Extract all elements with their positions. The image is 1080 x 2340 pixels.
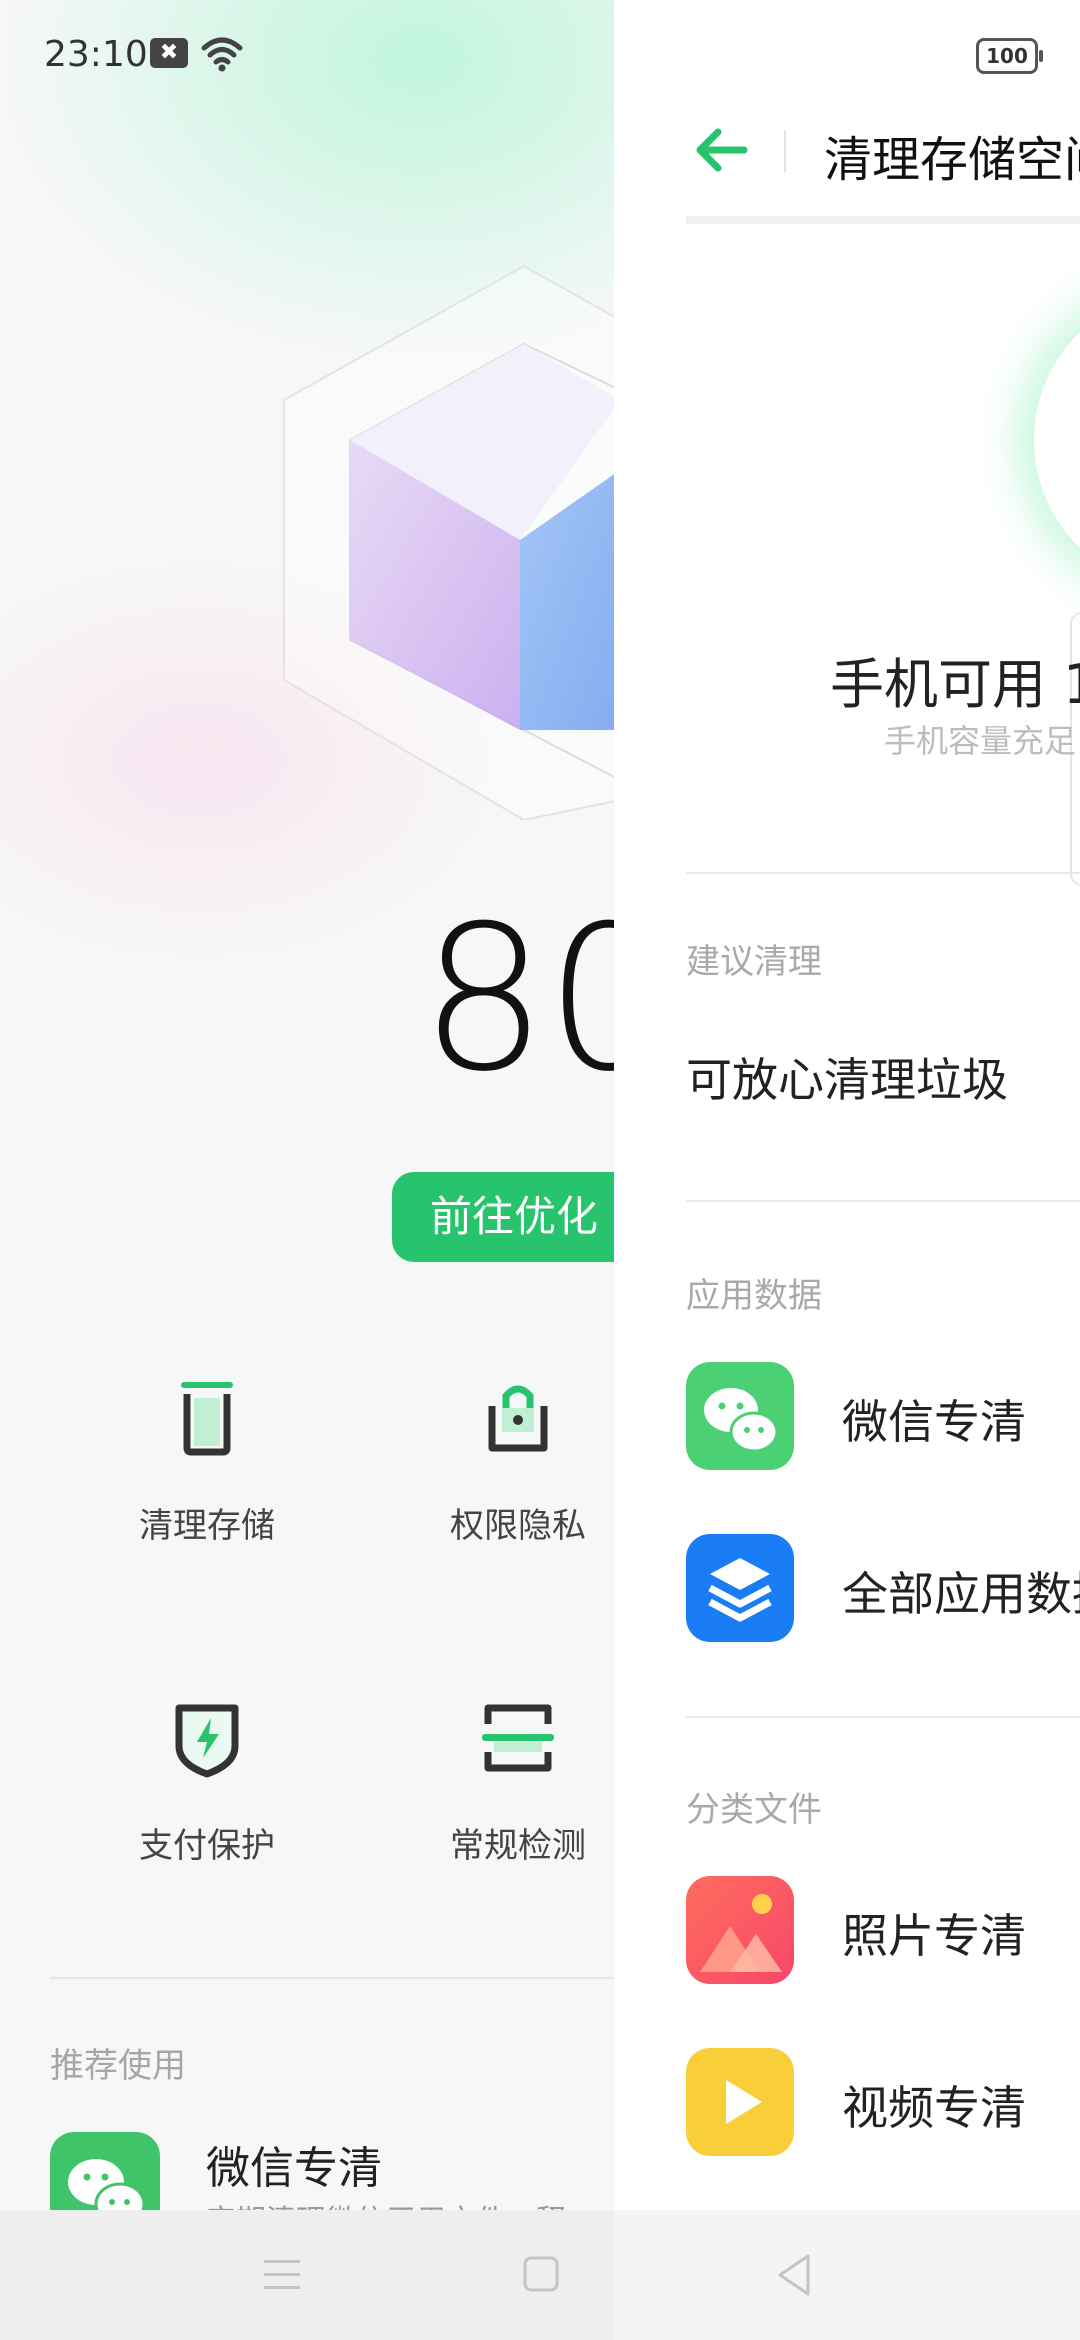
- recommend-item-desc: 定期清理微信无用文件，释: [206, 2196, 566, 2210]
- storage-status: 手机容量充足: [884, 722, 1077, 760]
- recommend-item-name[interactable]: 微信专清: [206, 2132, 382, 2196]
- wechat-icon[interactable]: [686, 1362, 794, 1470]
- health-score: 80: [420, 883, 614, 1116]
- back-icon[interactable]: [774, 2252, 814, 2298]
- clean-storage-screen: 100 清理存储空间 手机可用 1 手机容量充足 建议清理 可放心清理垃圾 应用…: [614, 0, 1080, 2210]
- divider: [686, 1716, 1080, 1718]
- video-icon[interactable]: [686, 2048, 794, 2156]
- app-item-label[interactable]: 微信专清: [842, 1386, 1026, 1452]
- wechat-icon[interactable]: [50, 2132, 160, 2210]
- file-item-label[interactable]: 视频专清: [842, 2072, 1026, 2138]
- phone-manager-screen: 23:10 ✖ 80 前往优化 清理存储 权限隐私 支付保护 常规检测 推荐使用…: [0, 0, 614, 2210]
- lock-icon: [488, 1385, 548, 1452]
- trash-icon: [181, 1382, 233, 1456]
- feature-label: 支付保护: [139, 1826, 275, 1866]
- section-title-suggest: 建议清理: [686, 942, 822, 982]
- scan-icon: [482, 1704, 554, 1772]
- notification-icon: ✖: [150, 38, 188, 68]
- battery-indicator: 100: [976, 38, 1043, 74]
- available-storage: 手机可用 1: [830, 653, 1080, 716]
- divider: [686, 872, 1080, 874]
- menu-icon[interactable]: [262, 2256, 302, 2294]
- feature-label: 常规检测: [450, 1826, 586, 1866]
- clean-storage-entry[interactable]: 清理存储: [107, 1378, 307, 1547]
- photo-icon[interactable]: [686, 1876, 794, 1984]
- recommend-section-title: 推荐使用: [50, 2046, 186, 2086]
- status-time: 23:10: [44, 34, 148, 75]
- feature-label: 清理存储: [139, 1506, 275, 1546]
- privacy-entry[interactable]: 权限隐私: [418, 1378, 614, 1547]
- cube-illustration: [283, 264, 614, 820]
- file-item-label[interactable]: 照片专清: [842, 1900, 1026, 1966]
- routine-check-entry[interactable]: 常规检测: [418, 1698, 614, 1867]
- divider: [50, 1977, 614, 1979]
- wifi-icon: [201, 37, 243, 72]
- page-title: 清理存储空间: [824, 132, 1080, 188]
- header-separator: [784, 130, 786, 172]
- header-underline: [686, 216, 1080, 224]
- navigation-bar: [0, 2210, 1080, 2340]
- storage-ring: [1034, 290, 1080, 590]
- optimize-button[interactable]: 前往优化: [392, 1172, 614, 1262]
- divider: [686, 1200, 1080, 1202]
- shield-icon: [175, 1704, 239, 1778]
- section-title-app-data: 应用数据: [686, 1276, 822, 1316]
- app-item-label[interactable]: 全部应用数据: [842, 1558, 1080, 1624]
- back-arrow-icon[interactable]: [692, 126, 748, 174]
- layers-icon[interactable]: [686, 1534, 794, 1642]
- feature-label: 权限隐私: [450, 1506, 586, 1546]
- safe-clean-junk-item[interactable]: 可放心清理垃圾: [686, 1044, 1008, 1110]
- section-title-files: 分类文件: [686, 1790, 822, 1830]
- payment-protect-entry[interactable]: 支付保护: [107, 1698, 307, 1867]
- home-icon[interactable]: [522, 2254, 560, 2294]
